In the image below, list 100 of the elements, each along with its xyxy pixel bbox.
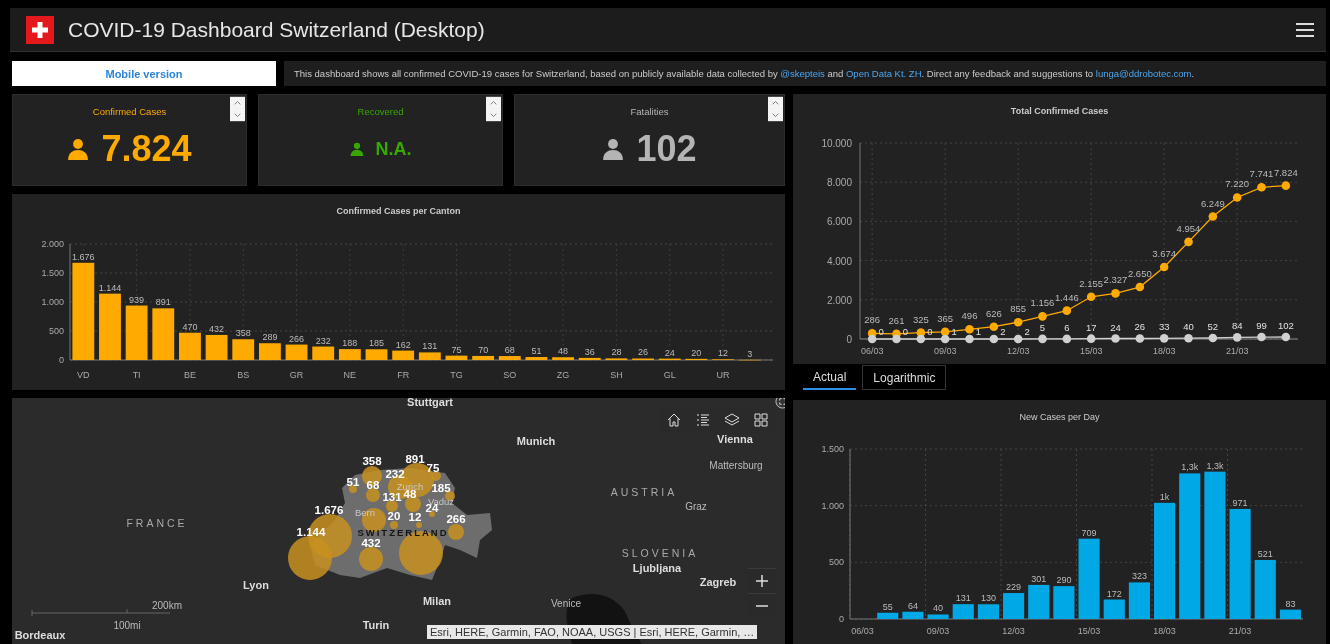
data-point[interactable] [1184,237,1193,247]
bar[interactable] [472,355,495,360]
data-point[interactable] [867,334,877,344]
place-label: Stuttgart [407,398,453,408]
data-point[interactable] [940,334,950,344]
swiss-flag-icon [26,15,54,44]
data-point[interactable] [1232,193,1242,202]
mobile-version-button[interactable]: Mobile version [12,61,276,86]
data-point[interactable] [1232,333,1242,342]
bar[interactable] [152,308,175,360]
bar[interactable] [1254,559,1276,619]
list-icon[interactable] [695,412,712,428]
info-link[interactable]: @skepteis [780,68,825,79]
data-point[interactable] [965,325,974,334]
bar[interactable] [232,339,255,360]
data-point[interactable] [1281,332,1291,342]
data-point[interactable] [1159,334,1169,343]
data-point[interactable] [1086,292,1096,302]
data-point[interactable] [1038,312,1047,321]
grid-icon[interactable] [752,412,769,428]
bar[interactable] [179,332,201,360]
value-label: 2 [1024,325,1030,337]
data-point[interactable] [916,328,926,337]
axis-label: ZG [556,370,570,380]
bar[interactable] [1028,584,1050,619]
axis-label: 09/03 [926,626,950,636]
cluster-count: 266 [446,513,466,525]
value-label: 6.249 [1200,197,1225,209]
bar[interactable] [285,344,308,360]
bar[interactable] [1003,593,1025,619]
axis-label: BS [237,370,250,380]
data-point[interactable] [1159,262,1169,272]
scroll-arrows-icon[interactable] [230,96,245,122]
cluster-count: 432 [361,537,381,549]
card-value: 7.824 [101,128,192,170]
bar[interactable] [205,334,228,360]
bar[interactable] [1279,609,1301,619]
bar[interactable] [578,357,601,360]
bar[interactable] [418,352,441,360]
data-point[interactable] [1013,334,1023,344]
data-point[interactable] [1208,212,1218,221]
bar[interactable] [392,350,415,360]
data-point[interactable] [965,334,974,344]
axis-label: UR [716,370,730,380]
data-point[interactable] [1184,333,1193,343]
card-title: Recovered [357,106,404,117]
bar[interactable] [977,604,999,619]
layers-icon[interactable] [723,412,740,428]
data-point[interactable] [1062,306,1072,315]
data-point[interactable] [989,322,999,332]
scroll-arrows-icon[interactable] [486,96,501,122]
card-value: N.A. [375,138,412,160]
data-point[interactable] [1111,334,1120,343]
value-label: 3.674 [1152,248,1177,259]
menu-icon[interactable] [1296,21,1314,38]
data-point[interactable] [1257,183,1266,192]
bar[interactable] [902,611,924,619]
bar[interactable] [338,349,361,360]
home-icon[interactable] [666,412,683,428]
bar[interactable] [445,355,468,360]
data-point[interactable] [989,334,999,344]
scroll-arrows-icon[interactable] [768,96,783,122]
bar[interactable] [1128,582,1150,619]
data-point[interactable] [1086,334,1096,343]
value-label: 20 [691,347,702,358]
bar[interactable] [312,346,335,360]
data-point[interactable] [916,334,926,344]
data-point[interactable] [1281,181,1291,190]
value-label: 130 [980,593,996,604]
data-point[interactable] [1062,334,1072,344]
bar[interactable] [1103,599,1125,619]
place-label: Bordeaux [14,629,66,641]
data-point[interactable] [1135,282,1145,292]
bar[interactable] [1179,473,1201,619]
info-link[interactable]: Open Data Kt. ZH [846,68,922,79]
bar[interactable] [1154,502,1176,619]
axis-label: 2.000 [41,239,64,249]
bar[interactable] [952,604,974,619]
data-point[interactable] [1111,289,1120,298]
value-label: 28 [611,347,622,358]
data-point[interactable] [1208,333,1218,343]
bar[interactable] [525,357,548,360]
data-point[interactable] [1135,334,1145,343]
info-link[interactable]: lunga@ddrobotec.com [1095,68,1192,79]
bar[interactable] [365,349,388,360]
data-point[interactable] [1038,334,1047,344]
axis-label: 1.500 [821,444,844,454]
chart-tab[interactable]: Logarithmic [862,365,947,390]
bar[interactable] [72,262,95,360]
data-point[interactable] [940,327,950,337]
bar[interactable] [125,305,148,360]
bar[interactable] [877,612,899,619]
axis-label: 10.000 [821,138,852,149]
bar[interactable] [498,356,521,360]
data-point[interactable] [1013,317,1023,327]
data-point[interactable] [1257,332,1266,342]
chart-title: Confirmed Cases per Canton [336,205,461,218]
data-point[interactable] [892,334,901,344]
value-label: 1.676 [72,251,95,262]
place-label: SLOVENIA [621,547,699,559]
